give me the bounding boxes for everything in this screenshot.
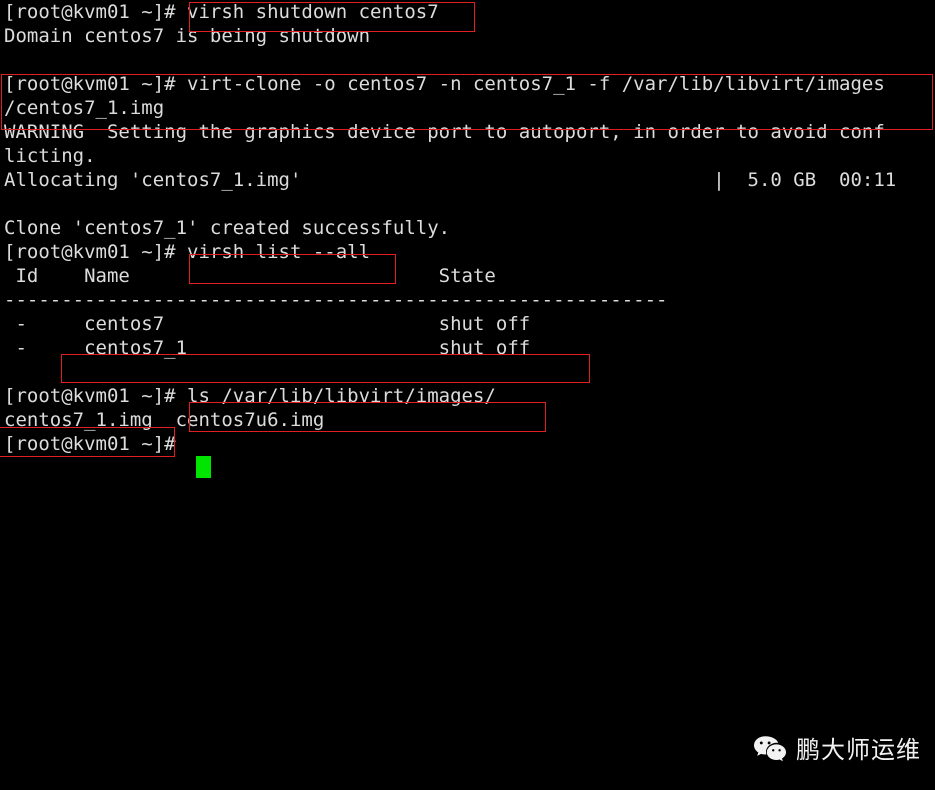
line-text: [root@kvm01 ~]# virsh shutdown centos7	[4, 1, 439, 23]
text-cursor	[196, 456, 211, 478]
line-text: [root@kvm01 ~]#	[4, 433, 188, 455]
terminal-line: Id Name State	[0, 264, 935, 288]
terminal-line: Allocating 'centos7_1.img' | 5.0 GB 00:1…	[0, 168, 935, 192]
terminal-line: ----------------------------------------…	[0, 288, 935, 312]
wechat-icon	[753, 735, 787, 765]
line-text: ----------------------------------------…	[4, 289, 668, 311]
line-text: centos7_1.img centos7u6.img	[4, 409, 325, 431]
terminal-line: [root@kvm01 ~]#	[0, 432, 935, 456]
line-text: Clone 'centos7_1' created successfully.	[4, 217, 451, 239]
line-text: licting.	[4, 145, 96, 167]
terminal-line: licting.	[0, 144, 935, 168]
terminal-line: - centos7 shut off	[0, 312, 935, 336]
terminal-screen: [root@kvm01 ~]# virsh shutdown centos7 D…	[0, 0, 935, 790]
line-text: Allocating 'centos7_1.img' | 5.0 GB 00:1…	[4, 169, 897, 191]
terminal-line: centos7_1.img centos7u6.img	[0, 408, 935, 432]
line-text: /centos7_1.img	[4, 97, 165, 119]
line-text: - centos7 shut off	[4, 313, 531, 335]
watermark-text: 鹏大师运维	[796, 736, 921, 764]
watermark: 鹏大师运维	[753, 735, 921, 765]
terminal-output[interactable]: [root@kvm01 ~]# virsh shutdown centos7 D…	[0, 0, 935, 456]
terminal-line: - centos7_1 shut off	[0, 336, 935, 360]
terminal-line: [root@kvm01 ~]# virsh list --all	[0, 240, 935, 264]
terminal-line: Domain centos7 is being shutdown	[0, 24, 935, 48]
terminal-line: /centos7_1.img	[0, 96, 935, 120]
line-text: Domain centos7 is being shutdown	[4, 25, 371, 47]
terminal-line: Clone 'centos7_1' created successfully.	[0, 216, 935, 240]
line-text: - centos7_1 shut off	[4, 337, 531, 359]
terminal-line: [root@kvm01 ~]# virsh shutdown centos7	[0, 0, 935, 24]
line-text: [root@kvm01 ~]# virsh list --all	[4, 241, 371, 263]
line-text: WARNING Setting the graphics device port…	[4, 121, 885, 143]
line-text: Id Name State	[4, 265, 496, 287]
terminal-line: WARNING Setting the graphics device port…	[0, 120, 935, 144]
line-text: [root@kvm01 ~]# ls /var/lib/libvirt/imag…	[4, 385, 496, 407]
terminal-line: [root@kvm01 ~]# virt-clone -o centos7 -n…	[0, 72, 935, 96]
line-text: [root@kvm01 ~]# virt-clone -o centos7 -n…	[4, 73, 885, 95]
terminal-line: [root@kvm01 ~]# ls /var/lib/libvirt/imag…	[0, 384, 935, 408]
